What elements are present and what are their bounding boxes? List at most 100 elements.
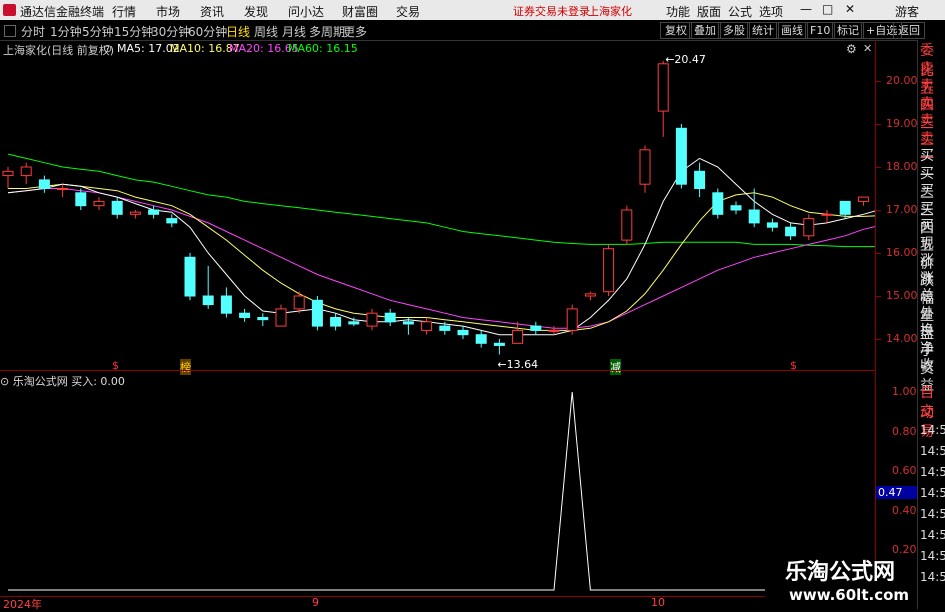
price-tick: 20.00 bbox=[886, 74, 918, 87]
tab-more[interactable]: 更多 bbox=[343, 23, 367, 40]
menu-trade[interactable]: 交易 bbox=[396, 3, 420, 20]
indicator-tick: 0.60 bbox=[892, 464, 917, 478]
tab-weekly[interactable]: 周线 bbox=[254, 23, 278, 40]
button-back[interactable]: 返回 bbox=[893, 22, 925, 39]
menu-ask[interactable]: 问小达 bbox=[288, 3, 324, 20]
candle-body bbox=[475, 334, 487, 344]
button-draw[interactable]: 画线 bbox=[776, 22, 808, 39]
tab-daily[interactable]: 日线 bbox=[226, 23, 250, 40]
close-pane-icon[interactable]: ✕ bbox=[863, 42, 872, 55]
price-tick: 14.00 bbox=[886, 332, 918, 345]
menu-formula[interactable]: 公式 bbox=[728, 3, 752, 20]
candle-body bbox=[748, 209, 760, 224]
indicator-tick: 0.40 bbox=[892, 503, 917, 517]
button-mark[interactable]: 标记 bbox=[832, 22, 864, 39]
menu-market[interactable]: 市场 bbox=[156, 3, 180, 20]
candle-body bbox=[93, 200, 105, 207]
ma10-line bbox=[8, 183, 875, 331]
candle-body bbox=[129, 211, 141, 215]
ma5-line bbox=[7, 157, 875, 336]
candle-body bbox=[275, 308, 287, 327]
login-status[interactable]: 证券交易未登录 bbox=[513, 3, 590, 19]
price-tick: 19.00 bbox=[886, 117, 918, 130]
candle-body bbox=[2, 170, 14, 177]
maximize-icon[interactable]: □ bbox=[822, 2, 833, 16]
candle-body bbox=[675, 127, 687, 185]
period-checkbox[interactable] bbox=[4, 25, 16, 37]
chart-info-bar: 上海家化(日线 前复权) ⊙ MA5: 17.02 MA10: 16.87 MA… bbox=[0, 40, 875, 57]
tab-15min[interactable]: 15分钟 bbox=[114, 23, 153, 40]
high-price-annotation: ←20.47 bbox=[665, 52, 706, 66]
panel-divider[interactable] bbox=[0, 370, 875, 371]
candle-body bbox=[566, 308, 578, 331]
current-stock-name: 上海家化 bbox=[588, 5, 632, 18]
menu-options[interactable]: 选项 bbox=[759, 3, 783, 20]
tab-monthly[interactable]: 月线 bbox=[282, 23, 306, 40]
menu-wealth[interactable]: 财富圈 bbox=[342, 3, 378, 20]
button-overlay[interactable]: 叠加 bbox=[689, 22, 721, 39]
guest-user[interactable]: 游客 bbox=[895, 3, 919, 20]
candle-body bbox=[20, 166, 32, 177]
candle-body bbox=[857, 196, 869, 202]
event-marker-2[interactable]: 榜 bbox=[180, 359, 191, 375]
button-multi-stock[interactable]: 多股 bbox=[718, 22, 750, 39]
candle-body bbox=[348, 321, 360, 325]
date-label-sep: 9 bbox=[312, 596, 319, 609]
indicator-current-value: 0.47 bbox=[876, 486, 918, 499]
candle-body bbox=[839, 200, 851, 215]
indicator-tick: 0.80 bbox=[892, 424, 917, 438]
candle-body bbox=[621, 209, 633, 241]
close-icon[interactable]: ✕ bbox=[845, 2, 855, 16]
menu-news[interactable]: 资讯 bbox=[200, 3, 224, 20]
button-stats[interactable]: 统计 bbox=[747, 22, 779, 39]
trade-time: 14:56 bbox=[920, 570, 945, 584]
candle-body bbox=[293, 295, 305, 310]
candle-body bbox=[712, 192, 724, 215]
menu-function[interactable]: 功能 bbox=[666, 3, 690, 20]
watermark-line2: www.60lt.com bbox=[789, 586, 910, 604]
trade-time: 14:56 bbox=[920, 465, 945, 479]
candle-body bbox=[75, 192, 87, 207]
candle-body bbox=[730, 205, 742, 211]
kline-chart[interactable] bbox=[0, 56, 875, 370]
candle-body bbox=[603, 248, 615, 293]
price-tick: 16.00 bbox=[886, 246, 918, 259]
candle-body bbox=[694, 170, 706, 190]
minimize-icon[interactable]: — bbox=[800, 2, 812, 16]
tab-fenshi[interactable]: 分时 bbox=[21, 23, 45, 40]
trade-time: 14:56 bbox=[920, 423, 945, 437]
date-label-oct: 10 bbox=[651, 596, 665, 609]
tab-1min[interactable]: 1分钟 bbox=[50, 23, 82, 40]
candle-body bbox=[803, 218, 815, 237]
period-toolbar: 分时 1分钟 5分钟 15分钟 30分钟 60分钟 日线 周线 月线 多周期 更… bbox=[0, 20, 945, 41]
candle-body bbox=[421, 321, 433, 331]
price-tick-mark bbox=[876, 253, 881, 254]
tab-multi-period[interactable]: 多周期 bbox=[309, 23, 345, 40]
tab-60min[interactable]: 60分钟 bbox=[188, 23, 227, 40]
price-tick-mark bbox=[876, 124, 881, 125]
menu-discover[interactable]: 发现 bbox=[244, 3, 268, 20]
settings-icon[interactable]: ⚙ bbox=[846, 42, 857, 56]
candle-body bbox=[402, 321, 414, 325]
date-axis bbox=[0, 596, 875, 610]
menu-bar: 通达信金融终端 行情 市场 资讯 发现 问小达 财富圈 交易 证券交易未登录 上… bbox=[0, 0, 945, 20]
candle-body bbox=[111, 200, 123, 215]
candle-body bbox=[311, 299, 323, 327]
price-tick-mark bbox=[876, 167, 881, 168]
candle-body bbox=[239, 312, 251, 319]
app-title: 通达信金融终端 bbox=[20, 5, 105, 19]
menu-layout[interactable]: 版面 bbox=[697, 3, 721, 20]
trade-time: 14:56 bbox=[920, 507, 945, 521]
chart-settings-icon[interactable]: ⊙ bbox=[103, 42, 112, 55]
watermark: 乐淘公式网 www.60lt.com bbox=[765, 560, 917, 609]
candle-body bbox=[439, 325, 451, 331]
button-adjust[interactable]: 复权 bbox=[660, 22, 692, 39]
button-f10[interactable]: F10 bbox=[805, 22, 836, 39]
tab-30min[interactable]: 30分钟 bbox=[151, 23, 190, 40]
indicator-chart[interactable] bbox=[0, 384, 875, 596]
tab-5min[interactable]: 5分钟 bbox=[82, 23, 114, 40]
menu-quotes[interactable]: 行情 bbox=[112, 3, 136, 20]
axis-separator bbox=[875, 40, 876, 609]
candle-body bbox=[548, 329, 560, 332]
event-marker-3[interactable]: 减 bbox=[610, 359, 621, 375]
